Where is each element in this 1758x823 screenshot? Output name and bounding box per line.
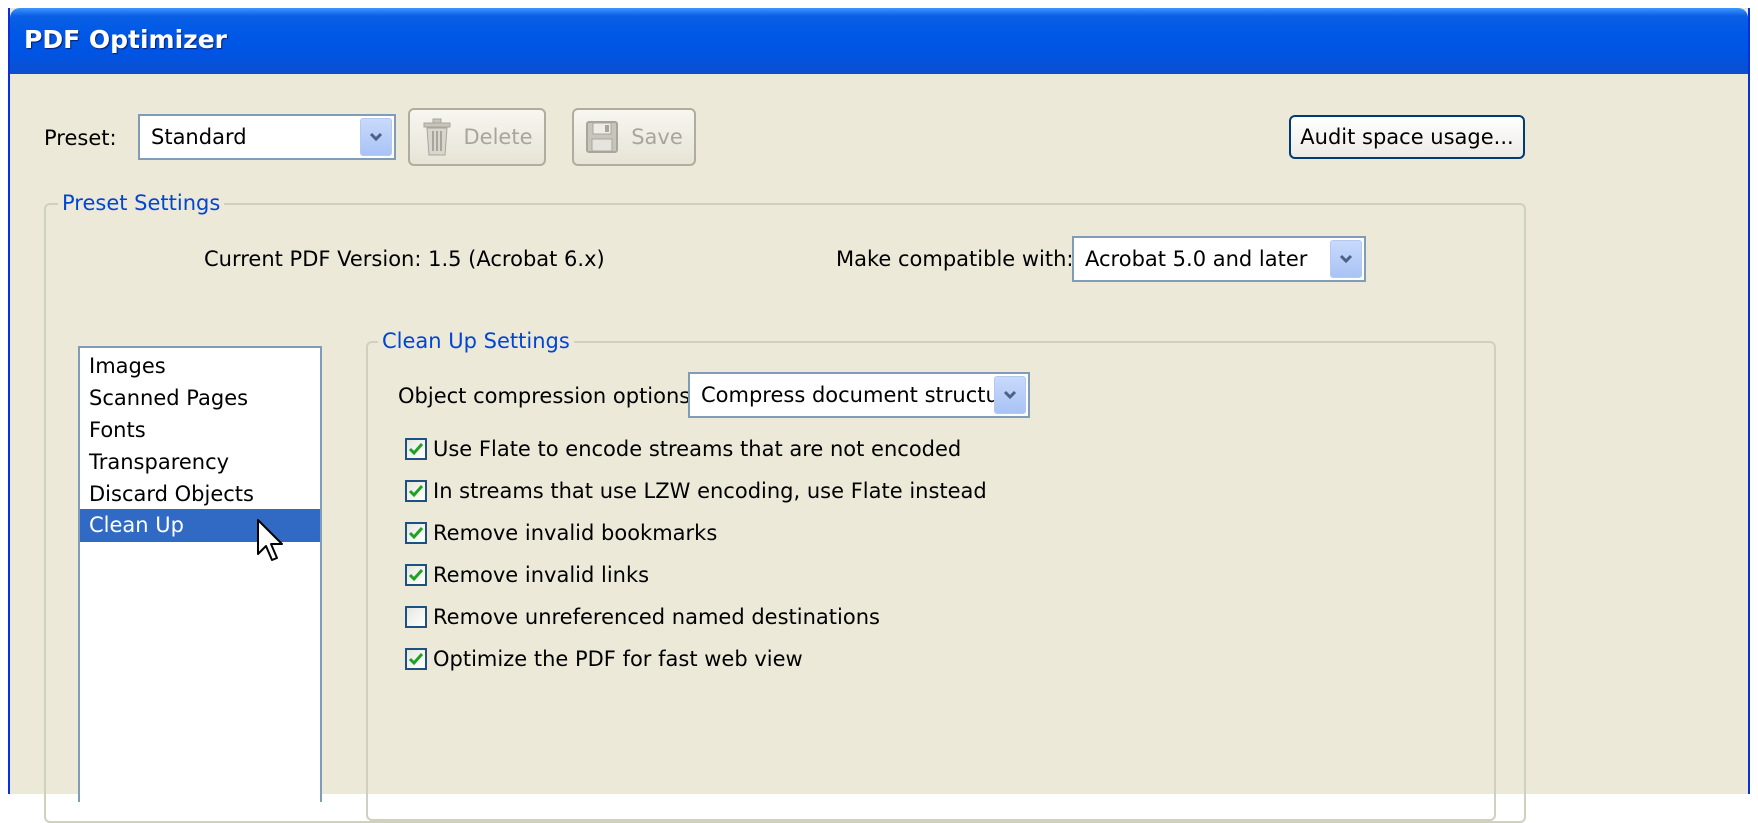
category-item-scanned-pages[interactable]: Scanned Pages (80, 382, 320, 415)
fast-web-view-label: Optimize the PDF for fast web view (433, 647, 803, 671)
title-bar[interactable]: PDF Optimizer (10, 8, 1748, 74)
category-item-discard-objects[interactable]: Discard Objects (80, 478, 320, 511)
chevron-down-icon[interactable] (994, 376, 1026, 414)
compatibility-label: Make compatible with: (836, 247, 1074, 271)
object-compression-value: Compress document structure (701, 383, 1020, 407)
object-compression-dropdown[interactable]: Compress document structure (688, 372, 1030, 418)
preset-value: Standard (151, 125, 247, 149)
clean-up-settings-title: Clean Up Settings (378, 329, 574, 353)
remove-invalid-bookmarks-label: Remove invalid bookmarks (433, 521, 718, 545)
remove-invalid-links-checkbox[interactable] (405, 564, 427, 586)
floppy-disk-icon (585, 120, 619, 154)
preset-dropdown[interactable]: Standard (138, 114, 396, 160)
fast-web-view-checkbox[interactable] (405, 648, 427, 670)
remove-invalid-links-label: Remove invalid links (433, 563, 650, 587)
category-item-fonts[interactable]: Fonts (80, 414, 320, 447)
audit-button-label: Audit space usage... (1300, 125, 1514, 149)
pdf-optimizer-window: PDF Optimizer Preset: Standard Delete Sa… (8, 8, 1750, 823)
option-remove-invalid-links[interactable]: Remove invalid links (405, 561, 649, 589)
compatibility-dropdown[interactable]: Acrobat 5.0 and later (1072, 236, 1366, 282)
lzw-to-flate-checkbox[interactable] (405, 480, 427, 502)
mouse-pointer-icon (256, 518, 286, 569)
compatibility-value: Acrobat 5.0 and later (1085, 247, 1308, 271)
use-flate-checkbox[interactable] (405, 438, 427, 460)
window-title: PDF Optimizer (24, 25, 227, 54)
preset-label: Preset: (44, 126, 117, 150)
option-remove-invalid-bookmarks[interactable]: Remove invalid bookmarks (405, 519, 717, 547)
category-list[interactable]: Images Scanned Pages Fonts Transparency … (78, 346, 322, 802)
preset-settings-title: Preset Settings (58, 191, 225, 215)
current-pdf-version: Current PDF Version: 1.5 (Acrobat 6.x) (204, 247, 605, 271)
lzw-to-flate-label: In streams that use LZW encoding, use Fl… (433, 479, 987, 503)
delete-button[interactable]: Delete (408, 108, 546, 166)
remove-unreferenced-destinations-label: Remove unreferenced named destinations (433, 605, 880, 629)
save-button[interactable]: Save (572, 108, 696, 166)
trash-icon (422, 118, 452, 156)
use-flate-label: Use Flate to encode streams that are not… (433, 437, 962, 461)
option-use-flate[interactable]: Use Flate to encode streams that are not… (405, 435, 961, 463)
option-fast-web-view[interactable]: Optimize the PDF for fast web view (405, 645, 803, 673)
object-compression-label: Object compression options: (398, 384, 698, 408)
save-button-label: Save (631, 125, 683, 149)
audit-space-usage-button[interactable]: Audit space usage... (1289, 115, 1525, 159)
category-item-transparency[interactable]: Transparency (80, 446, 320, 479)
chevron-down-icon[interactable] (360, 118, 392, 156)
option-lzw-to-flate[interactable]: In streams that use LZW encoding, use Fl… (405, 477, 987, 505)
remove-invalid-bookmarks-checkbox[interactable] (405, 522, 427, 544)
option-remove-unreferenced-destinations[interactable]: Remove unreferenced named destinations (405, 603, 880, 631)
category-item-images[interactable]: Images (80, 350, 320, 383)
remove-unreferenced-destinations-checkbox[interactable] (405, 606, 427, 628)
chevron-down-icon[interactable] (1330, 240, 1362, 278)
delete-button-label: Delete (463, 125, 533, 149)
